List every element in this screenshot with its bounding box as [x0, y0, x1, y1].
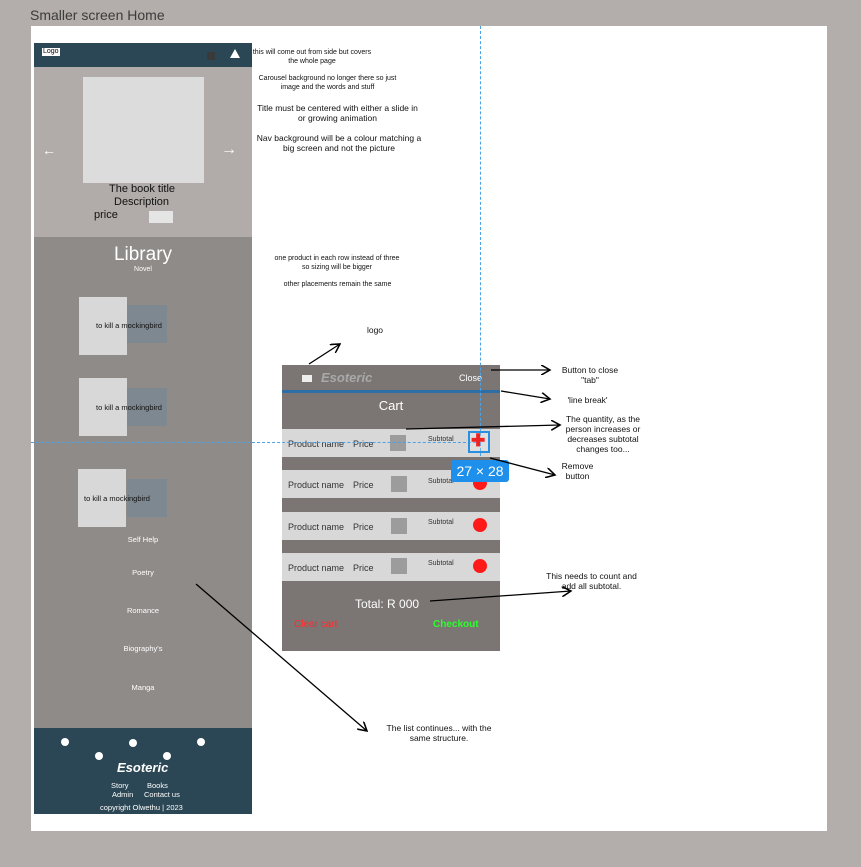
annotation-arrows	[195, 0, 861, 867]
arrow-total	[429, 591, 571, 602]
arrow-list-continues	[195, 583, 367, 731]
arrow-quantity	[405, 425, 560, 429]
arrow-remove	[489, 457, 555, 475]
arrow-logo	[308, 344, 340, 365]
arrow-line-break	[500, 390, 550, 399]
